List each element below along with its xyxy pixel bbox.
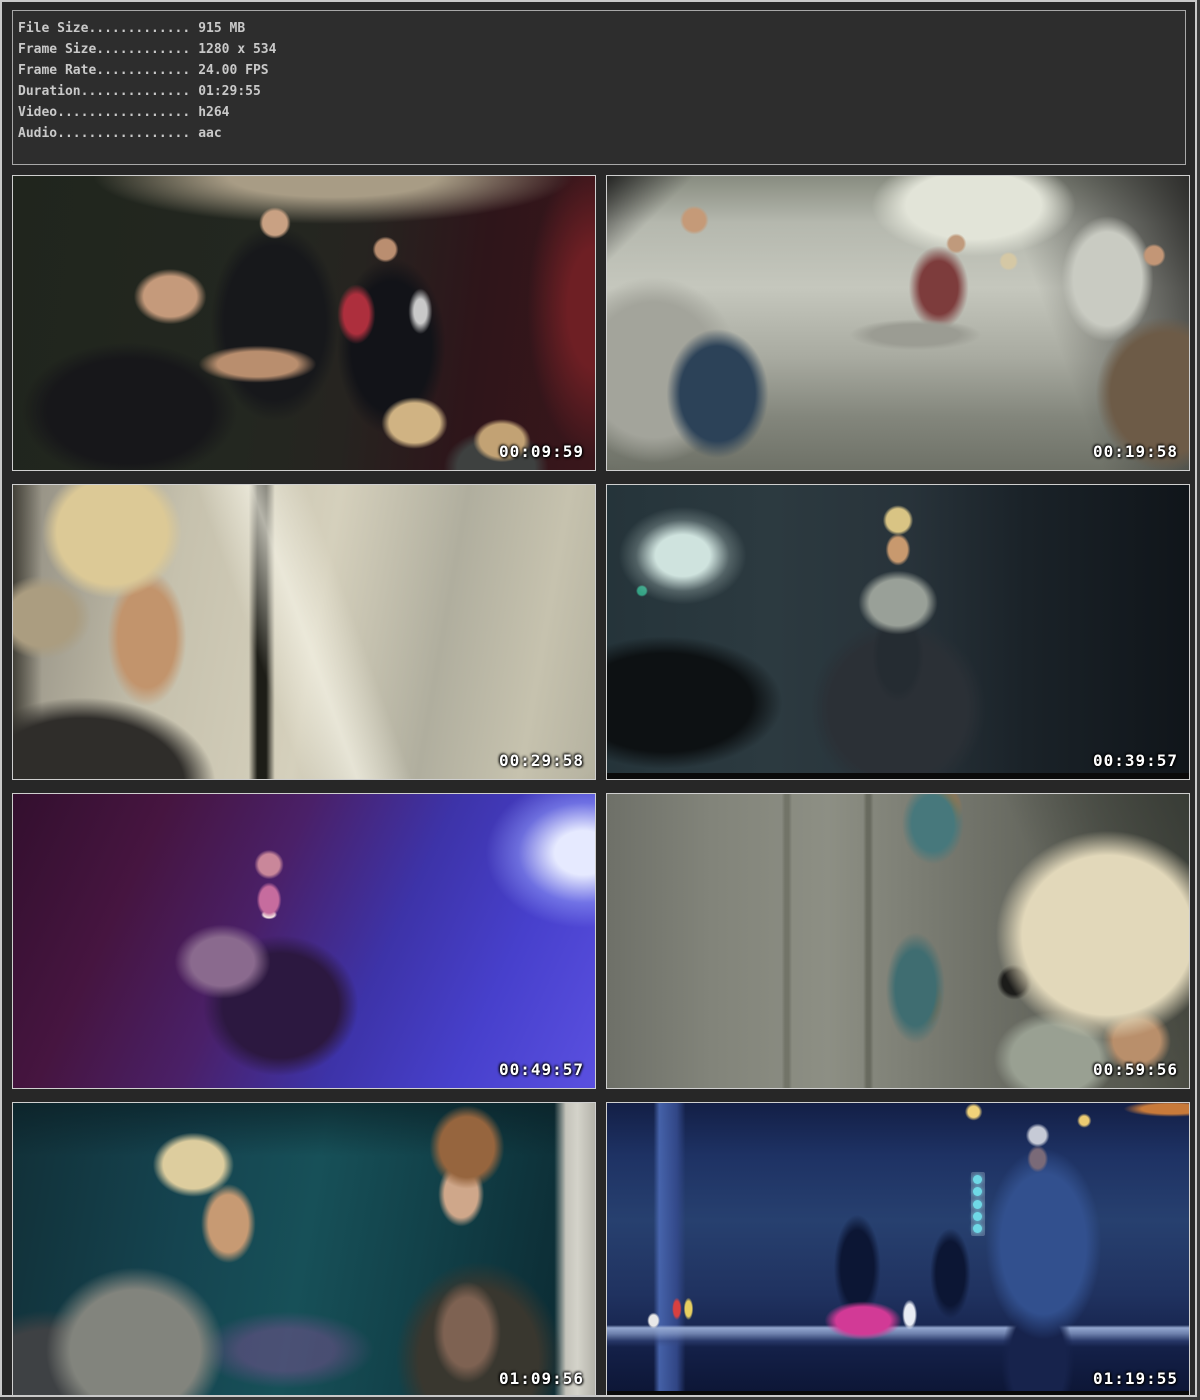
movie-still-8: 01:19:55 xyxy=(606,1102,1190,1397)
led-dots-strip xyxy=(971,1172,985,1236)
movie-still-5: 00:49:57 xyxy=(12,793,596,1089)
info-label: Audio................. xyxy=(18,126,190,141)
info-line-audio: Audio.................aac xyxy=(18,123,1185,144)
led-dot xyxy=(973,1175,982,1184)
info-label: File Size............. xyxy=(18,21,190,36)
led-dot xyxy=(973,1212,982,1221)
timestamp-overlay: 00:09:59 xyxy=(499,442,584,461)
led-dot xyxy=(973,1187,982,1196)
led-dot xyxy=(973,1200,982,1209)
movie-still-6: 00:59:56 xyxy=(606,793,1190,1089)
info-value: 915 MB xyxy=(190,21,245,36)
timestamp-overlay: 00:29:58 xyxy=(499,751,584,770)
info-line-frame-rate: Frame Rate............24.00 FPS xyxy=(18,60,1185,81)
media-info-panel: File Size.............915 MB Frame Size.… xyxy=(12,10,1186,165)
info-line-duration: Duration..............01:29:55 xyxy=(18,81,1185,102)
info-line-file-size: File Size.............915 MB xyxy=(18,18,1185,39)
timestamp-overlay: 00:49:57 xyxy=(499,1060,584,1079)
info-label: Duration.............. xyxy=(18,84,190,99)
movie-still-2: 00:19:58 xyxy=(606,175,1190,471)
media-preview-page: File Size.............915 MB Frame Size.… xyxy=(0,0,1197,1397)
info-line-video: Video.................h264 xyxy=(18,102,1185,123)
info-label: Video................. xyxy=(18,105,190,120)
movie-still-1: 00:09:59 xyxy=(12,175,596,471)
info-label: Frame Size............ xyxy=(18,42,190,57)
info-value: 1280 x 534 xyxy=(190,42,276,57)
timestamp-overlay: 00:59:56 xyxy=(1093,1060,1178,1079)
info-line-frame-size: Frame Size............1280 x 534 xyxy=(18,39,1185,60)
screenshot-grid: 00:09:59 00:19:58 00:29:58 00:39:57 00:4… xyxy=(12,175,1190,1397)
info-value: h264 xyxy=(190,105,229,120)
movie-still-4: 00:39:57 xyxy=(606,484,1190,780)
info-value: 24.00 FPS xyxy=(190,63,268,78)
timestamp-overlay: 00:19:58 xyxy=(1093,442,1178,461)
info-value: aac xyxy=(190,126,221,141)
timestamp-overlay: 01:09:56 xyxy=(499,1369,584,1388)
led-dot xyxy=(973,1224,982,1233)
info-value: 01:29:55 xyxy=(190,84,261,99)
movie-still-3: 00:29:58 xyxy=(12,484,596,780)
timestamp-overlay: 01:19:55 xyxy=(1093,1369,1178,1388)
movie-still-7: 01:09:56 xyxy=(12,1102,596,1397)
timestamp-overlay: 00:39:57 xyxy=(1093,751,1178,770)
info-label: Frame Rate............ xyxy=(18,63,190,78)
